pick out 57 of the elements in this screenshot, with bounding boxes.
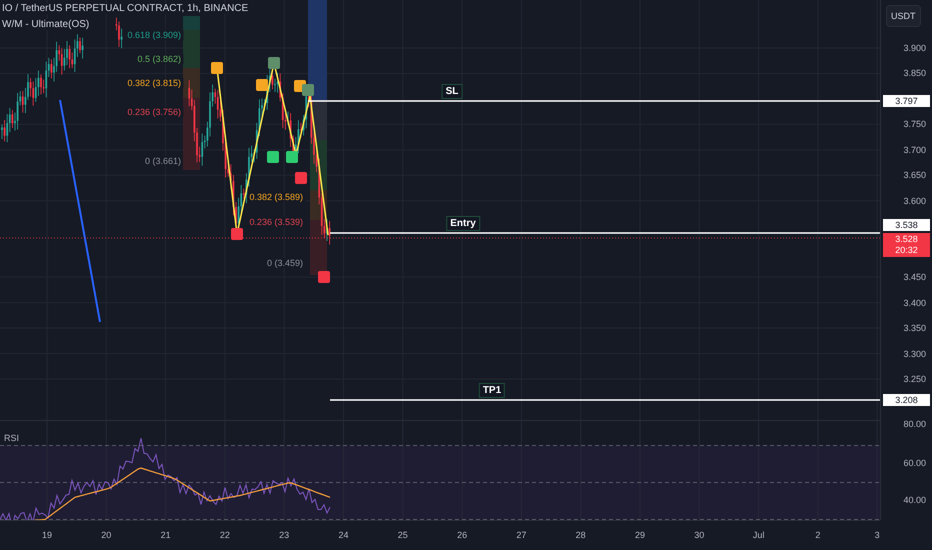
pattern-marker-icon bbox=[256, 79, 268, 91]
indicator-title: W/M - Ultimate(OS) bbox=[2, 19, 90, 30]
price-tick: 3.300 bbox=[903, 348, 926, 359]
fibonacci-level-label: 0.5 (3.862) bbox=[135, 54, 183, 64]
trade-level-label: TP1 bbox=[478, 383, 506, 398]
date-tick: 30 bbox=[694, 530, 704, 540]
symbol-title: IO / TetherUS PERPETUAL CONTRACT, 1h, BINANCE bbox=[2, 3, 248, 14]
price-tick: 3.350 bbox=[903, 323, 926, 334]
price-tag: 3.208 bbox=[883, 394, 930, 406]
currency-button[interactable]: USDT bbox=[886, 5, 920, 27]
date-tick: 24 bbox=[338, 530, 348, 540]
date-tick: 21 bbox=[160, 530, 171, 540]
price-tick: 3.750 bbox=[903, 119, 926, 130]
fibonacci-level-label: 0 (3.459) bbox=[264, 258, 305, 268]
pattern-marker-icon bbox=[268, 57, 280, 69]
price-tick: 3.450 bbox=[903, 272, 926, 282]
price-tick: 3.250 bbox=[903, 374, 926, 384]
pattern-marker-icon bbox=[211, 62, 223, 74]
pattern-marker-icon bbox=[295, 172, 307, 184]
rsi-tick: 40.00 bbox=[903, 495, 926, 505]
fibonacci-level-label: 0.382 (3.589) bbox=[247, 192, 305, 202]
trade-level-label: SL bbox=[442, 84, 462, 99]
date-tick: 27 bbox=[516, 530, 526, 540]
trade-level-label: Entry bbox=[446, 216, 480, 231]
fibonacci-level-label: 0.236 (3.539) bbox=[247, 217, 305, 227]
price-tick: 3.900 bbox=[903, 43, 926, 53]
last-price-tag: 3.528 20:32 bbox=[883, 233, 930, 257]
price-tick: 3.600 bbox=[903, 196, 926, 206]
date-tick: 23 bbox=[279, 530, 290, 540]
date-tick: 20 bbox=[101, 530, 112, 540]
date-tick: 26 bbox=[457, 530, 468, 540]
pattern-marker-icon bbox=[267, 151, 279, 163]
date-tick: 3 bbox=[874, 530, 880, 540]
date-tick: 19 bbox=[42, 530, 52, 540]
date-tick: 2 bbox=[815, 530, 820, 540]
pattern-marker-icon bbox=[231, 228, 243, 240]
price-tick: 3.400 bbox=[903, 298, 926, 308]
fibonacci-level-label: 0.236 (3.756) bbox=[125, 107, 183, 117]
pattern-marker-icon bbox=[286, 151, 298, 163]
pattern-marker-icon bbox=[302, 84, 314, 96]
price-tick: 3.650 bbox=[903, 170, 926, 180]
rsi-title: RSI bbox=[4, 433, 20, 443]
date-tick: 25 bbox=[398, 530, 408, 540]
fibonacci-level-label: 0 (3.661) bbox=[142, 156, 183, 166]
date-tick: Jul bbox=[752, 530, 764, 540]
price-tag: 3.538 bbox=[883, 219, 930, 231]
price-tag: 3.797 bbox=[883, 95, 930, 107]
date-tick: 29 bbox=[635, 530, 645, 540]
fibonacci-level-label: 0.618 (3.909) bbox=[125, 30, 183, 40]
rsi-tick: 60.00 bbox=[903, 458, 926, 468]
fibonacci-level-label: 0.382 (3.815) bbox=[125, 78, 183, 88]
price-tick: 3.700 bbox=[903, 144, 926, 155]
price-tick: 3.850 bbox=[903, 68, 926, 78]
rsi-tick: 80.00 bbox=[903, 419, 926, 429]
date-tick: 22 bbox=[220, 530, 230, 540]
pattern-marker-icon bbox=[318, 271, 330, 283]
date-tick: 28 bbox=[576, 530, 586, 540]
